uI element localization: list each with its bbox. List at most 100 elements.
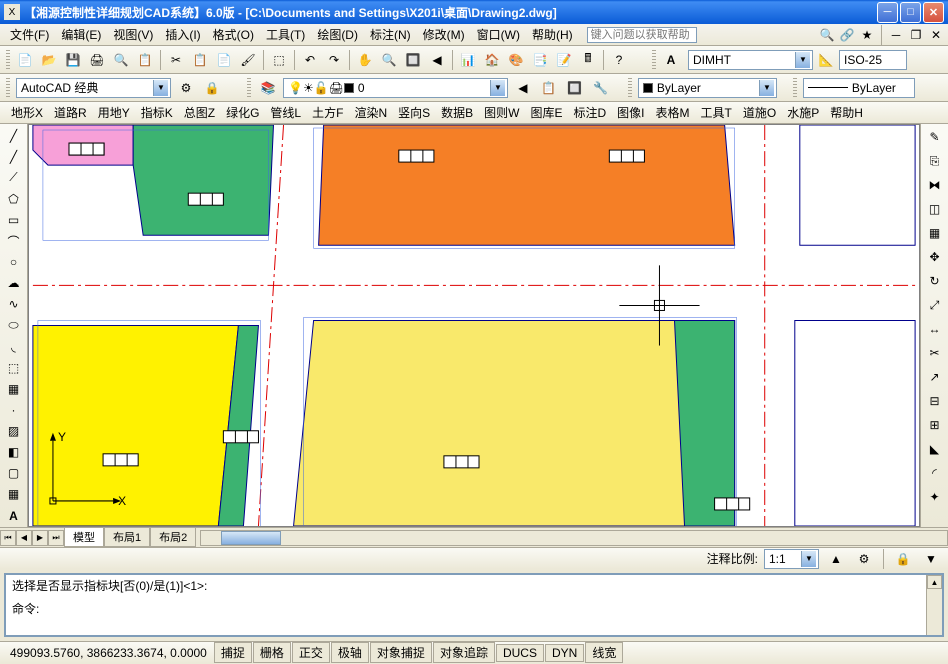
mtab-roadfac[interactable]: 道施O <box>738 102 781 123</box>
mtab-earthwork[interactable]: 土方F <box>307 102 348 123</box>
statusbar-lock-button[interactable]: 🔒 <box>892 548 914 570</box>
ellipsearc-tool[interactable]: ◟ <box>3 337 25 356</box>
chevron-down-icon[interactable]: ▼ <box>153 80 168 96</box>
insert-tool[interactable]: ⬚ <box>3 358 25 377</box>
circle-tool[interactable]: ○ <box>3 253 25 272</box>
mtab-vertical[interactable]: 竖向S <box>393 102 435 123</box>
horizontal-scrollbar[interactable] <box>200 530 948 546</box>
layer-tool-button[interactable]: 🔧 <box>590 77 612 99</box>
status-snap[interactable]: 捕捉 <box>214 642 252 663</box>
table-tool[interactable]: ▦ <box>3 485 25 504</box>
open-button[interactable]: 📂 <box>38 49 60 71</box>
region-tool[interactable]: ▢ <box>3 464 25 483</box>
erase-tool[interactable]: ✎ <box>924 126 946 148</box>
mtab-masterplan[interactable]: 总图Z <box>179 102 220 123</box>
hatch-tool[interactable]: ▨ <box>3 422 25 441</box>
layer-iso-button[interactable]: 🔲 <box>564 77 586 99</box>
copy-button[interactable]: 📋 <box>189 49 211 71</box>
mtab-waterfac[interactable]: 水施P <box>782 102 824 123</box>
mtab-table[interactable]: 表格M <box>651 102 695 123</box>
dim-tool-button[interactable]: 📐 <box>815 49 837 71</box>
mtab-image[interactable]: 图像I <box>612 102 649 123</box>
mtab-road[interactable]: 道路R <box>49 102 92 123</box>
ellipse-tool[interactable]: ⬭ <box>3 316 25 335</box>
anno-vis-button[interactable]: ▲ <box>825 548 847 570</box>
chevron-down-icon[interactable]: ▼ <box>801 551 816 567</box>
grip[interactable] <box>793 78 797 98</box>
star-icon[interactable]: ★ <box>859 27 875 43</box>
layer-combo[interactable]: 💡 ☀ 🔓 🖨 0 ▼ <box>283 78 508 98</box>
spline-tool[interactable]: ∿ <box>3 295 25 314</box>
toolpalette-button[interactable]: 🎨 <box>505 49 527 71</box>
mtab-index[interactable]: 指标K <box>136 102 178 123</box>
menu-window[interactable]: 窗口(W) <box>471 24 526 45</box>
search-icon[interactable]: 🔍 <box>819 27 835 43</box>
properties-button[interactable]: 📊 <box>457 49 479 71</box>
minimize-button[interactable]: ─ <box>877 2 898 23</box>
mtab-annotate[interactable]: 标注D <box>568 102 611 123</box>
layer-prev-button[interactable]: ◀ <box>512 77 534 99</box>
paste-button[interactable]: 📄 <box>213 49 235 71</box>
zoom-rt-button[interactable]: 🔍 <box>378 49 400 71</box>
menu-format[interactable]: 格式(O) <box>207 24 260 45</box>
gradient-tool[interactable]: ◧ <box>3 443 25 462</box>
status-osnap[interactable]: 对象捕捉 <box>370 642 432 663</box>
new-button[interactable]: 📄 <box>14 49 36 71</box>
status-ortho[interactable]: 正交 <box>292 642 330 663</box>
offset-tool[interactable]: ◫ <box>924 198 946 220</box>
grip[interactable] <box>247 78 251 98</box>
mirror-tool[interactable]: ⧓ <box>924 174 946 196</box>
grip[interactable] <box>628 78 632 98</box>
text-button[interactable]: A <box>660 49 682 71</box>
close-button[interactable]: ✕ <box>923 2 944 23</box>
menu-modify[interactable]: 修改(M) <box>417 24 471 45</box>
arc-tool[interactable]: ⌒ <box>3 232 25 251</box>
mtab-drawing[interactable]: 图则W <box>479 102 524 123</box>
help-search-input[interactable] <box>587 27 697 43</box>
mtext-tool[interactable]: A <box>3 506 25 525</box>
menu-dimension[interactable]: 标注(N) <box>364 24 417 45</box>
mtab-pipe[interactable]: 管线L <box>265 102 306 123</box>
chamfer-tool[interactable]: ◣ <box>924 438 946 460</box>
fillet-tool[interactable]: ◜ <box>924 462 946 484</box>
trim-tool[interactable]: ✂ <box>924 342 946 364</box>
plot-button[interactable]: 🖨 <box>86 49 108 71</box>
mtab-terrain[interactable]: 地形X <box>6 102 48 123</box>
line-tool[interactable]: ╱ <box>3 126 25 145</box>
menu-file[interactable]: 文件(F) <box>4 24 55 45</box>
mtab-help[interactable]: 帮助H <box>825 102 868 123</box>
dccenter-button[interactable]: 🏠 <box>481 49 503 71</box>
zoom-prev-button[interactable]: ◀ <box>426 49 448 71</box>
tab-first-button[interactable]: ⏮ <box>0 530 16 546</box>
tab-next-button[interactable]: ▶ <box>32 530 48 546</box>
copy-tool[interactable]: ⎘ <box>924 150 946 172</box>
menu-edit[interactable]: 编辑(E) <box>55 24 107 45</box>
statusbar-tray-button[interactable]: ▼ <box>920 548 942 570</box>
doc-close-button[interactable]: ✕ <box>928 27 944 43</box>
save-button[interactable]: 💾 <box>62 49 84 71</box>
zoom-win-button[interactable]: 🔲 <box>402 49 424 71</box>
rectangle-tool[interactable]: ▭ <box>3 210 25 229</box>
status-grid[interactable]: 栅格 <box>253 642 291 663</box>
command-area[interactable]: 选择是否显示指标块[否(0)/是(1)]<1>: 命令: ▲ <box>4 573 944 637</box>
tab-layout1[interactable]: 布局1 <box>104 528 150 547</box>
anno-auto-button[interactable]: ⚙ <box>853 548 875 570</box>
cut-button[interactable]: ✂ <box>165 49 187 71</box>
redo-button[interactable]: ↷ <box>323 49 345 71</box>
mtab-landuse[interactable]: 用地Y <box>93 102 135 123</box>
scale-tool[interactable]: ⤢ <box>924 294 946 316</box>
xline-tool[interactable]: ╱ <box>3 147 25 166</box>
doc-restore-button[interactable]: ❐ <box>908 27 924 43</box>
status-dyn[interactable]: DYN <box>545 644 584 662</box>
pline-tool[interactable]: ⟋ <box>3 168 25 187</box>
iso-combo[interactable]: ISO-25 <box>839 50 907 70</box>
help-button[interactable]: ? <box>608 49 630 71</box>
point-tool[interactable]: · <box>3 400 25 419</box>
tab-prev-button[interactable]: ◀ <box>16 530 32 546</box>
sheetset-button[interactable]: 📑 <box>529 49 551 71</box>
revcloud-tool[interactable]: ☁ <box>3 274 25 293</box>
grip[interactable] <box>6 50 10 70</box>
markup-button[interactable]: 📝 <box>553 49 575 71</box>
ws-lock-button[interactable]: 🔒 <box>201 77 223 99</box>
mtab-tools[interactable]: 工具T <box>696 102 737 123</box>
